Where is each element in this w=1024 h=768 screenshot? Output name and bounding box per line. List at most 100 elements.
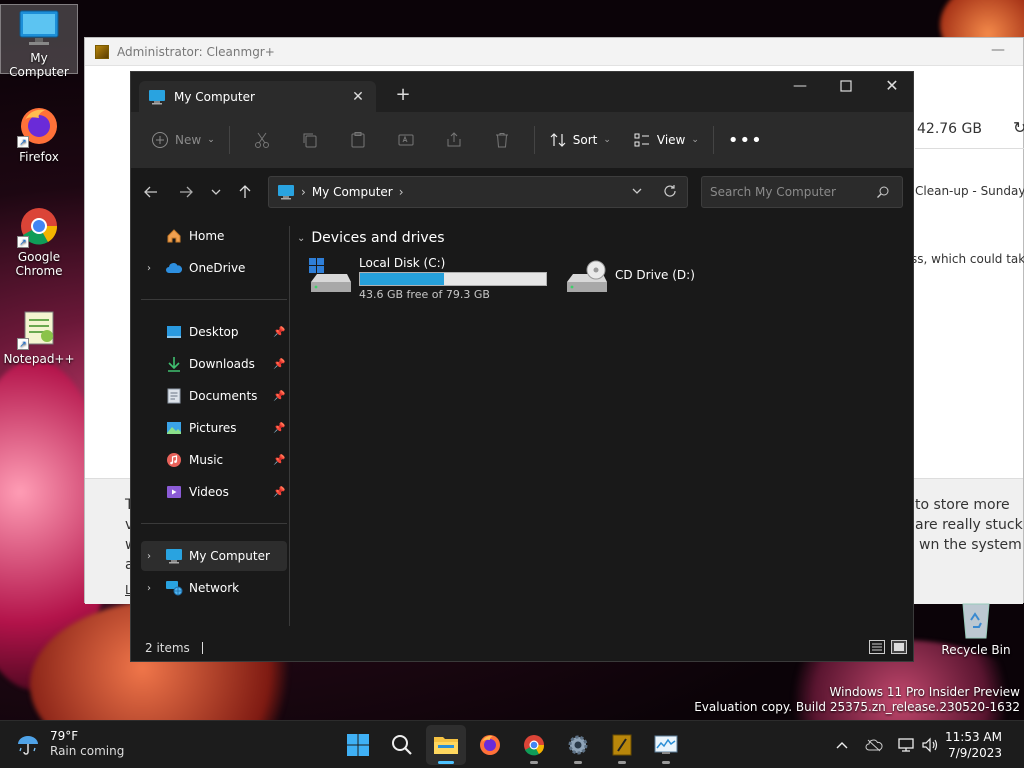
pin-icon[interactable]: 📌 xyxy=(273,327,287,338)
group-header-devices[interactable]: ⌄ Devices and drives xyxy=(297,230,445,246)
explorer-body: Home › OneDrive Desktop 📌 Downloads 📌 Do… xyxy=(131,216,913,636)
taskbar-settings[interactable] xyxy=(558,725,598,765)
delete-button[interactable] xyxy=(486,124,518,156)
chrome-icon xyxy=(524,735,545,756)
taskbar-chrome[interactable] xyxy=(514,725,554,765)
nav-item-desktop[interactable]: Desktop 📌 xyxy=(141,317,287,347)
nav-item-music[interactable]: Music 📌 xyxy=(141,445,287,475)
taskbar-file-explorer[interactable] xyxy=(426,725,466,765)
drive-item-cd-drive-d[interactable]: CD Drive (D:) xyxy=(563,256,695,296)
nav-item-my-computer[interactable]: › My Computer xyxy=(141,541,287,571)
pane-divider[interactable] xyxy=(289,226,290,626)
chevron-down-icon[interactable]: ⌄ xyxy=(297,233,305,244)
more-options-button[interactable]: ••• xyxy=(722,124,769,156)
taskbar-cleanmgr[interactable] xyxy=(602,725,642,765)
pin-icon[interactable]: 📌 xyxy=(273,359,287,370)
nav-item-home[interactable]: Home xyxy=(141,221,287,251)
taskbar-firefox[interactable] xyxy=(470,725,510,765)
nav-item-pictures[interactable]: Pictures 📌 xyxy=(141,413,287,443)
forward-button[interactable] xyxy=(174,180,198,204)
close-tab-icon[interactable]: ✕ xyxy=(346,89,370,105)
weather-widget[interactable]: 79°F Rain coming xyxy=(16,729,124,759)
divider xyxy=(915,148,1024,149)
desktop-icon-notepad-plus-plus[interactable]: ↗ Notepad++ xyxy=(0,306,78,366)
item-count: 2 items xyxy=(145,641,190,655)
address-bar[interactable]: › My Computer › xyxy=(268,176,688,208)
pin-icon[interactable]: 📌 xyxy=(273,487,287,498)
tab-my-computer[interactable]: My Computer ✕ xyxy=(139,81,376,112)
nav-item-documents[interactable]: Documents 📌 xyxy=(141,381,287,411)
back-button[interactable] xyxy=(139,180,163,204)
up-button[interactable] xyxy=(233,180,257,204)
file-explorer-window[interactable]: My Computer ✕ + — ✕ New ⌄ Sort ⌄ View ⌄ … xyxy=(130,71,914,662)
desktop-icon-label: Firefox xyxy=(19,150,59,164)
search-box[interactable] xyxy=(701,176,903,208)
refresh-icon[interactable]: ↻ xyxy=(1013,118,1024,137)
pin-icon[interactable]: 📌 xyxy=(273,455,287,466)
recycle-bin-icon xyxy=(962,603,990,639)
new-button[interactable]: New ⌄ xyxy=(145,124,221,156)
chevron-right-icon[interactable]: › xyxy=(143,583,155,594)
desktop-icon-recycle-bin[interactable]: Recycle Bin xyxy=(940,600,1012,657)
network-tray[interactable] xyxy=(896,735,916,755)
running-indicator xyxy=(618,761,626,764)
minimize-button[interactable]: — xyxy=(777,72,823,102)
refresh-icon[interactable] xyxy=(663,184,677,201)
taskbar-resource-monitor[interactable] xyxy=(646,725,686,765)
address-history-icon[interactable] xyxy=(631,185,643,200)
view-button[interactable]: View ⌄ xyxy=(627,124,705,156)
start-button[interactable] xyxy=(338,725,378,765)
onedrive-offline-tray[interactable] xyxy=(864,735,884,755)
nav-item-videos[interactable]: Videos 📌 xyxy=(141,477,287,507)
search-icon[interactable] xyxy=(876,185,890,202)
breadcrumb-my-computer[interactable]: My Computer xyxy=(312,185,393,199)
chevron-right-icon[interactable]: › xyxy=(143,551,155,562)
cut-button[interactable] xyxy=(246,124,278,156)
firefox-icon: ↗ xyxy=(17,104,61,148)
maximize-button[interactable] xyxy=(823,72,869,102)
panel-text: wn the system xyxy=(919,537,1022,553)
desktop-icon-my-computer[interactable]: My Computer xyxy=(0,4,78,79)
clipboard-icon xyxy=(351,132,365,148)
breadcrumb-separator-icon[interactable]: › xyxy=(399,185,404,199)
search-input[interactable] xyxy=(710,185,870,199)
details-view-button[interactable] xyxy=(869,640,885,654)
running-indicator xyxy=(662,761,670,764)
recent-locations-button[interactable] xyxy=(204,180,228,204)
chevron-right-icon[interactable]: › xyxy=(143,263,155,274)
tiles-view-button[interactable] xyxy=(891,640,907,654)
paste-button[interactable] xyxy=(342,124,374,156)
shortcut-arrow-icon: ↗ xyxy=(17,338,29,350)
pin-icon[interactable]: 📌 xyxy=(273,423,287,434)
desktop-icon-google-chrome[interactable]: ↗ Google Chrome xyxy=(0,204,78,278)
cleanmgr-title-bar[interactable]: Administrator: Cleanmgr+ xyxy=(85,38,1023,66)
copy-button[interactable] xyxy=(294,124,326,156)
status-bar: 2 items xyxy=(131,635,913,661)
trash-icon xyxy=(495,133,508,148)
cd-drive-icon xyxy=(563,256,609,296)
nav-item-downloads[interactable]: Downloads 📌 xyxy=(141,349,287,379)
desktop-icon-label: My Computer xyxy=(9,51,69,79)
new-tab-button[interactable]: + xyxy=(393,84,413,105)
cleanmgr-title: Administrator: Cleanmgr+ xyxy=(117,44,275,59)
volume-tray[interactable] xyxy=(920,735,940,755)
tab-bar[interactable]: My Computer ✕ + — ✕ xyxy=(131,72,913,112)
content-pane[interactable]: ⌄ Devices and drives Local Disk (C:) 43.… xyxy=(297,216,913,636)
desktop-icon-firefox[interactable]: ↗ Firefox xyxy=(0,104,78,164)
sort-button[interactable]: Sort ⌄ xyxy=(543,124,617,156)
nav-item-onedrive[interactable]: › OneDrive xyxy=(141,253,287,283)
drive-item-local-disk-c[interactable]: Local Disk (C:) 43.6 GB free of 79.3 GB xyxy=(307,256,547,301)
rename-button[interactable] xyxy=(390,124,422,156)
clock-date: 7/9/2023 xyxy=(948,746,1002,760)
show-hidden-icons-button[interactable] xyxy=(832,735,852,755)
close-window-button[interactable]: ✕ xyxy=(869,72,915,102)
folder-icon xyxy=(434,737,458,754)
share-button[interactable] xyxy=(438,124,470,156)
system-clock[interactable]: 11:53 AM 7/9/2023 xyxy=(945,729,1002,761)
breadcrumb-separator-icon[interactable]: › xyxy=(301,185,306,199)
minimize-button[interactable]: — xyxy=(991,42,1005,58)
nav-item-network[interactable]: › Network xyxy=(141,573,287,603)
search-button[interactable] xyxy=(382,725,422,765)
pin-icon[interactable]: 📌 xyxy=(273,391,287,402)
view-label: View xyxy=(656,133,686,147)
